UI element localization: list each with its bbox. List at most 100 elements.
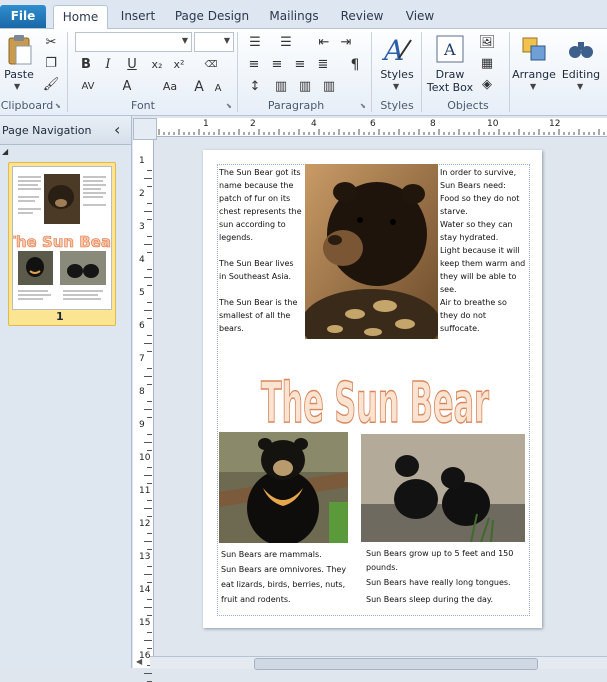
paste-dropdown-icon[interactable]: ▼ (14, 82, 20, 91)
tab-insert[interactable]: Insert (112, 5, 164, 28)
paragraph: Sun Bears sleep during the day. (366, 595, 494, 604)
ruler-label: 1 (139, 156, 145, 166)
styles-dropdown-icon[interactable]: ▼ (393, 82, 399, 91)
ruler-label: 10 (139, 453, 151, 463)
underline-button[interactable]: U (124, 56, 140, 74)
decrease-indent-icon[interactable]: ⇤ (315, 34, 333, 52)
arrange-dropdown-icon[interactable]: ▼ (530, 82, 536, 91)
columns-icon[interactable]: ▥ (320, 78, 338, 96)
ruler-tick (147, 384, 152, 385)
align-left-icon[interactable]: ≡ (245, 56, 263, 74)
editing-dropdown-icon[interactable]: ▼ (577, 82, 583, 91)
picture-icon[interactable]: 🖼 (478, 34, 496, 52)
two-sun-bears-photo[interactable] (361, 434, 525, 542)
sun-bear-standing-photo[interactable] (219, 432, 348, 543)
shapes-icon[interactable]: ◈ (478, 76, 496, 94)
ruler-label: 7 (139, 354, 145, 364)
binoculars-icon[interactable] (566, 34, 596, 64)
draw-text-box-button[interactable]: Draw Text Box (426, 68, 474, 94)
ruler-tick (144, 508, 152, 509)
paste-button[interactable]: Paste (2, 68, 36, 81)
text-box-bottom-left[interactable]: Sun Bears are mammals. Sun Bears are omn… (221, 547, 356, 607)
columns-icon[interactable]: ▥ (272, 78, 290, 96)
tab-page-design[interactable]: Page Design (170, 5, 254, 28)
dialog-launcher-icon[interactable]: ⬊ (360, 102, 366, 110)
ruler-label: 13 (139, 552, 151, 562)
columns-icon[interactable]: ▥ (296, 78, 314, 96)
ruler-tick (147, 615, 152, 616)
font-name-combo[interactable]: ▼ (75, 32, 192, 52)
paste-icon[interactable] (4, 34, 34, 68)
tab-file[interactable]: File (0, 5, 46, 28)
character-spacing-button[interactable]: AV (78, 78, 98, 96)
ruler-label: 1 (203, 119, 209, 129)
table-icon[interactable]: ▦ (478, 55, 496, 73)
italic-button[interactable]: I (100, 56, 116, 74)
shrink-font-button[interactable]: A (212, 80, 224, 98)
ruler-tick (144, 673, 152, 674)
bold-button[interactable]: B (78, 56, 94, 74)
ruler-tick (147, 549, 152, 550)
increase-indent-icon[interactable]: ⇥ (337, 34, 355, 52)
scroll-left-icon[interactable]: ◀ (136, 657, 142, 666)
show-formatting-button[interactable]: ¶ (346, 56, 364, 74)
cut-icon[interactable]: ✂ (42, 34, 60, 52)
line-spacing-icon[interactable]: ↕ (245, 78, 265, 96)
scrollbar-thumb[interactable] (254, 658, 538, 670)
ruler-tick (144, 640, 152, 641)
ruler-tick (147, 533, 152, 534)
tab-view[interactable]: View (396, 5, 444, 28)
ruler-label: 8 (430, 119, 436, 129)
editing-button[interactable]: Editing (559, 68, 603, 81)
tab-mailings[interactable]: Mailings (262, 5, 326, 28)
ruler-corner[interactable] (133, 118, 157, 140)
format-painter-icon[interactable]: 🖌 (42, 76, 60, 94)
numbering-icon[interactable]: ☰ (276, 34, 296, 52)
vertical-ruler[interactable]: 1 2 3 4 5 6 7 8 9 10 11 12 13 14 15 16 (133, 140, 154, 682)
text-box-bottom-right[interactable]: Sun Bears grow up to 5 feet and 150 poun… (366, 547, 521, 607)
align-center-icon[interactable]: ≡ (268, 56, 286, 74)
ruler-label: 12 (139, 519, 151, 529)
collapse-pane-button[interactable]: ‹ (114, 120, 120, 139)
arrange-icon[interactable] (519, 34, 549, 64)
ruler-tick (147, 318, 152, 319)
bullets-icon[interactable]: ☰ (245, 34, 265, 52)
ruler-tick (147, 450, 152, 451)
grow-font-button[interactable]: A (192, 78, 206, 96)
clear-formatting-icon[interactable]: ⌫ (200, 56, 222, 74)
align-right-icon[interactable]: ≡ (291, 56, 309, 74)
paragraph: The Sun Bear is the smallest of all the … (219, 298, 298, 333)
arrange-button[interactable]: Arrange (512, 68, 556, 81)
sun-bear-closeup-photo[interactable] (305, 164, 438, 339)
page-thumbnail[interactable]: The Sun Bear (5, 166, 119, 310)
dialog-launcher-icon[interactable]: ⬊ (226, 102, 232, 110)
ruler-label: 6 (370, 119, 376, 129)
paragraph: Food so they do not starve. (440, 194, 520, 216)
ruler-tick (147, 434, 152, 435)
tab-review[interactable]: Review (334, 5, 390, 28)
expand-triangle-icon[interactable]: ◢ (2, 147, 8, 156)
dialog-launcher-icon[interactable]: ⬊ (55, 102, 61, 110)
styles-icon[interactable]: A (381, 34, 413, 67)
text-box-icon[interactable]: A (435, 34, 465, 66)
subscript-button[interactable]: x₂ (148, 56, 166, 74)
copy-icon[interactable]: ❐ (42, 55, 60, 73)
ruler-tick (144, 607, 152, 608)
text-box-left[interactable]: The Sun Bear got its name because the pa… (219, 166, 303, 335)
ruler-tick (147, 599, 152, 600)
styles-button[interactable]: Styles (377, 68, 417, 81)
title-word-art[interactable]: The Sun Bear (240, 352, 510, 436)
page-number-label: 1 (56, 310, 64, 323)
text-box-right[interactable]: In order to survive, Sun Bears need: Foo… (440, 166, 526, 335)
group-label-font: Font (131, 99, 155, 112)
font-size-combo[interactable]: ▼ (194, 32, 234, 52)
paragraph: Air to breathe so they do not suffocate. (440, 298, 507, 333)
justify-icon[interactable]: ≣ (314, 56, 332, 74)
ruler-tick (147, 170, 152, 171)
paragraph: Light because it will keep them warm and… (440, 246, 526, 294)
tab-home[interactable]: Home (53, 5, 108, 30)
font-color-button[interactable]: A (120, 78, 134, 96)
change-case-button[interactable]: Aa (160, 78, 180, 96)
horizontal-ruler[interactable]: 1 2 4 6 8 10 12 (157, 118, 607, 137)
superscript-button[interactable]: x² (170, 56, 188, 74)
